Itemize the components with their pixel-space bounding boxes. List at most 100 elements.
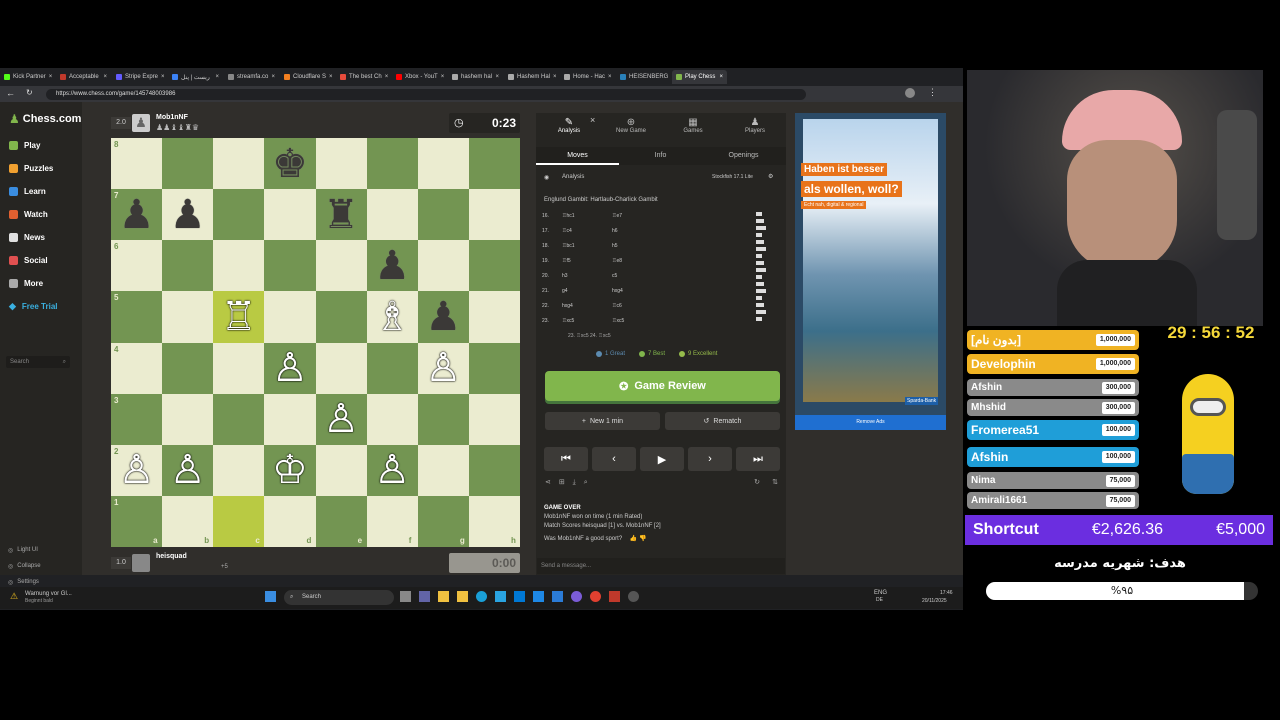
edge-icon[interactable]	[476, 591, 487, 602]
move-san[interactable]: ♖e8	[612, 258, 662, 264]
thumbs-down-icon[interactable]: 👎	[639, 536, 646, 542]
zoom-icon[interactable]: ⌕	[584, 479, 588, 486]
square-g2[interactable]	[417, 444, 469, 496]
folder-icon[interactable]	[457, 591, 468, 602]
move-san[interactable]: h3	[562, 273, 612, 279]
close-tab-icon[interactable]: ×	[161, 74, 165, 80]
gear-icon[interactable]: ⚙	[768, 173, 773, 180]
white-piece-d2[interactable]: ♔	[264, 445, 315, 496]
white-piece-f5[interactable]: ♗	[367, 291, 418, 342]
flip-board-icon[interactable]: ⇅	[772, 478, 778, 486]
square-a6[interactable]	[111, 240, 163, 292]
browser-tab[interactable]: Cloudflare S ×	[280, 70, 335, 84]
panel-tab-new-game[interactable]: ⊕ New Game	[606, 117, 656, 134]
chess-board[interactable]: 8 7 6 5 4 3 2 1 a b c d e f g h ♚ ♟ ♟ ♜ ♟ ♖ ♗ ♟ ♙ ♙ ♙ ♙ ♙ ♔ ♙	[111, 138, 520, 547]
browser-tab[interactable]: Hashem Hal ×	[504, 70, 559, 84]
square-f3[interactable]	[366, 393, 418, 445]
r-app-icon[interactable]	[609, 591, 620, 602]
subtab-openings[interactable]: Openings	[702, 152, 785, 159]
move-san[interactable]: h6	[612, 228, 662, 234]
square-c6[interactable]	[213, 240, 265, 292]
prev-move-button[interactable]: ‹	[592, 447, 636, 471]
move-san[interactable]: ♖e7	[612, 213, 662, 219]
square-h2[interactable]	[468, 444, 520, 496]
square-e6[interactable]	[315, 240, 367, 292]
close-tab-icon[interactable]: ×	[49, 74, 53, 80]
sidebar-search-input[interactable]: Search ⌕	[6, 356, 70, 368]
sidebar-bottom-item[interactable]: ◎ Light UI	[8, 542, 41, 558]
browser-tab[interactable]: hashem hal ×	[448, 70, 503, 84]
white-piece-e3[interactable]: ♙	[316, 394, 367, 445]
explorer-icon[interactable]	[438, 591, 449, 602]
obs-icon[interactable]	[628, 591, 639, 602]
avatar[interactable]: ♟	[132, 114, 150, 132]
app-icon[interactable]	[533, 591, 544, 602]
square-c2[interactable]	[213, 444, 265, 496]
square-h7[interactable]	[468, 189, 520, 241]
browser-tab[interactable]: ریست | پنل ×	[168, 70, 223, 84]
analysis-toggle-icon[interactable]: ◉	[544, 174, 549, 181]
square-b8[interactable]	[162, 138, 214, 190]
player-name[interactable]: Mob1nNF	[156, 114, 188, 121]
move-san[interactable]: h5	[612, 243, 662, 249]
refresh-icon[interactable]: ↻	[754, 478, 760, 486]
analysis-row[interactable]: ◉ Analysis Stockfish 17.1 Lite ⚙	[536, 173, 786, 185]
move-san[interactable]: g4	[562, 288, 612, 294]
white-piece-g4[interactable]: ♙	[418, 343, 469, 394]
square-f8[interactable]	[366, 138, 418, 190]
url-input[interactable]: https://www.chess.com/game/145748003986	[46, 89, 806, 100]
move-san[interactable]: hxg4	[612, 288, 662, 294]
move-san[interactable]: c5	[612, 273, 662, 279]
square-b6[interactable]	[162, 240, 214, 292]
square-d6[interactable]	[264, 240, 316, 292]
square-b4[interactable]	[162, 342, 214, 394]
move-san[interactable]: ♖hc1	[562, 213, 612, 219]
move-san[interactable]: hxg4	[562, 303, 612, 309]
game-review-button[interactable]: ✪ Game Review	[545, 371, 780, 401]
square-h3[interactable]	[468, 393, 520, 445]
square-e2[interactable]	[315, 444, 367, 496]
square-h5[interactable]	[468, 291, 520, 343]
sidebar-item-social[interactable]: Social	[0, 249, 82, 272]
square-g7[interactable]	[417, 189, 469, 241]
vscode-icon[interactable]	[552, 591, 563, 602]
square-a8[interactable]	[111, 138, 163, 190]
browser-tab[interactable]: HEISENBERG×	[616, 70, 671, 84]
remove-ads-button[interactable]: Remove Ads	[795, 415, 946, 430]
square-e5[interactable]	[315, 291, 367, 343]
square-c4[interactable]	[213, 342, 265, 394]
close-tab-icon[interactable]: ×	[215, 74, 219, 80]
sidebar-bottom-item[interactable]: ◎ Collapse	[8, 558, 41, 574]
close-tab-icon[interactable]: ×	[553, 74, 557, 80]
sidebar-item-watch[interactable]: Watch	[0, 203, 82, 226]
square-h8[interactable]	[468, 138, 520, 190]
panel-tab-players[interactable]: ♟ Players	[730, 117, 780, 134]
sidebar-item-free-trial[interactable]: ◆ Free Trial	[0, 295, 82, 318]
move-san[interactable]: ♖xc5	[562, 318, 612, 324]
black-piece-g5[interactable]: ♟	[418, 291, 469, 342]
square-f4[interactable]	[366, 342, 418, 394]
black-piece-d8[interactable]: ♚	[264, 138, 315, 189]
black-piece-f6[interactable]: ♟	[367, 240, 418, 291]
outlook-icon[interactable]	[514, 591, 525, 602]
browser-tab[interactable]: Home - Hac ×	[560, 70, 615, 84]
square-b3[interactable]	[162, 393, 214, 445]
black-piece-a7[interactable]: ♟	[111, 189, 162, 240]
square-g8[interactable]	[417, 138, 469, 190]
rematch-button[interactable]: ↺ Rematch	[665, 412, 780, 430]
white-piece-c5[interactable]: ♖	[213, 291, 264, 342]
square-h4[interactable]	[468, 342, 520, 394]
browser-tab[interactable]: Play Chess ×	[672, 70, 727, 84]
browser-tab[interactable]: Acceptable ×	[56, 70, 111, 84]
square-d5[interactable]	[264, 291, 316, 343]
panel-tab-analysis[interactable]: ✎ Analysis	[544, 117, 594, 134]
close-tab-icon[interactable]: ×	[103, 74, 107, 80]
play-button[interactable]: ▶	[640, 447, 684, 471]
square-g6[interactable]	[417, 240, 469, 292]
move-san[interactable]: ♖bc1	[562, 243, 612, 249]
windows-start-icon[interactable]	[265, 591, 276, 602]
square-a4[interactable]	[111, 342, 163, 394]
move-san[interactable]: ♖f5	[562, 258, 612, 264]
move-san[interactable]: ♖c4	[562, 228, 612, 234]
advertisement[interactable]: Haben ist besser als wollen, woll? Echt …	[795, 113, 946, 430]
